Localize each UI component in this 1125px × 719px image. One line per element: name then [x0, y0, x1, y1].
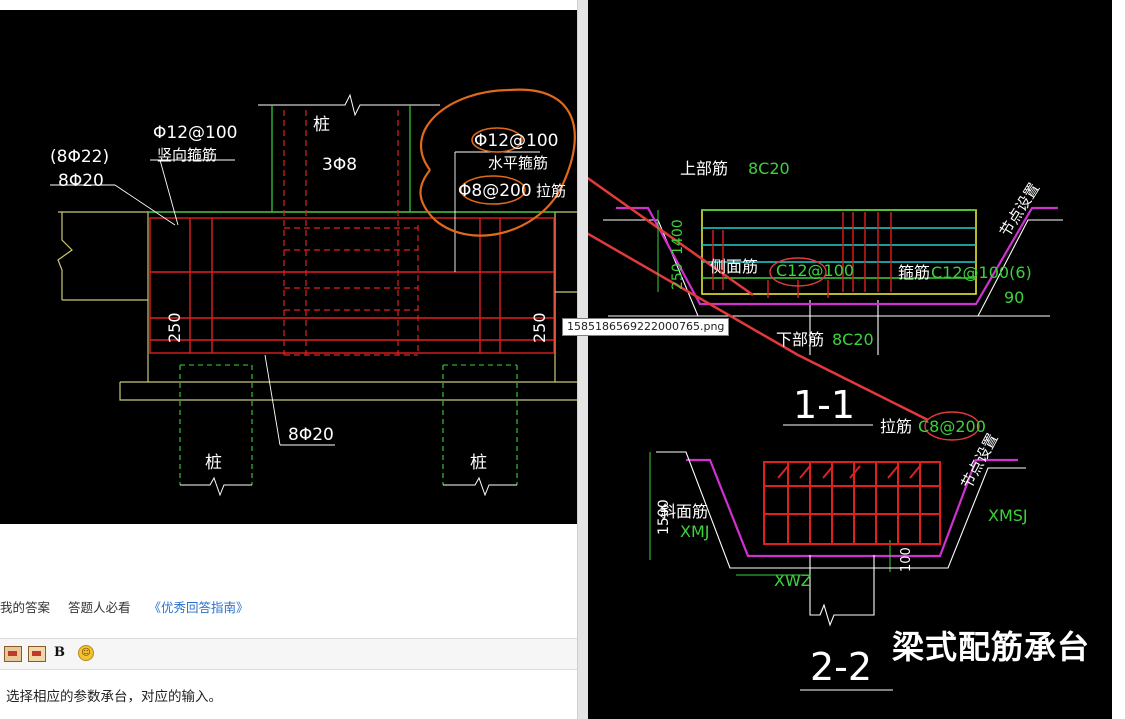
label-vert-stirrup: 竖向箍筋 [157, 146, 217, 164]
label-pile-left: 桩 [205, 453, 222, 473]
bold-button[interactable]: B [54, 645, 66, 660]
tie-label: 拉筋 [880, 417, 912, 436]
top-bar-label: 上部筋 [680, 159, 728, 178]
label-3phi8: 3Φ8 [322, 155, 357, 175]
right-cad-drawing: 上部筋 侧面筋 箍筋 下部筋 拉筋 斜面筋 8C20 C12@100 C12@1… [588, 0, 1112, 719]
label-pile-top: 桩 [313, 115, 330, 135]
xwz-label: XWZ [774, 571, 812, 590]
dim-1400: 1400 [670, 219, 686, 255]
label-250-right: 250 [530, 312, 549, 343]
top-bar-value: 8C20 [748, 159, 790, 178]
insert-image-icon[interactable] [4, 646, 22, 662]
angle-90: 90 [1004, 288, 1024, 307]
stirrup-label: 箍筋 [898, 263, 930, 282]
guide-link[interactable]: 《优秀回答指南》 [149, 597, 249, 616]
bottom-bar-value: 8C20 [832, 330, 874, 349]
section-2-2: 2-2 [810, 645, 872, 689]
stirrup-value: C12@100(6) [931, 263, 1032, 282]
tab-must-read[interactable]: 答题人必看 [68, 597, 131, 616]
insert-picture-icon[interactable] [28, 646, 46, 662]
emoji-icon[interactable]: ☺ [78, 645, 94, 661]
right-cad-svg: 上部筋 侧面筋 箍筋 下部筋 拉筋 斜面筋 8C20 C12@100 C12@1… [588, 159, 1063, 691]
tie-value: C8@200 [918, 417, 986, 436]
dim-1500: 1500 [656, 499, 672, 535]
side-bar-label: 侧面筋 [710, 257, 758, 276]
label-250-left: 250 [165, 312, 184, 343]
label-horiz-spacing: Φ12@100 [474, 131, 558, 151]
editor-content[interactable]: 选择相应的参数承台，对应的输入。 [6, 685, 222, 705]
dim-100: 100 [899, 547, 914, 572]
label-8phi22: (8Φ22) [50, 147, 109, 167]
label-8phi20-top: 8Φ20 [58, 171, 104, 191]
bottom-bar-label: 下部筋 [776, 330, 824, 349]
left-cad-svg: 桩 3Φ8 Φ12@100 竖向箍筋 (8Φ22) 8Φ20 Φ12@100 水… [50, 88, 577, 497]
answer-tabs: 我的答案 答题人必看 《优秀回答指南》 [0, 597, 263, 617]
label-vert-spacing: Φ12@100 [153, 123, 237, 143]
label-tie: Φ8@200 [458, 181, 532, 201]
left-cad-drawing: 桩 3Φ8 Φ12@100 竖向箍筋 (8Φ22) 8Φ20 Φ12@100 水… [0, 10, 577, 524]
node-setting-2: 节点设置 [958, 430, 1002, 491]
drawing-title: 梁式配筋承台 [892, 628, 1091, 666]
editor-toolbar: B ☺ [0, 638, 577, 670]
label-tie-name: 拉筋 [536, 182, 566, 200]
right-edge [1112, 0, 1125, 719]
label-pile-right: 桩 [470, 453, 487, 473]
side-bar-value: C12@100 [776, 261, 854, 280]
label-8phi20-bottom: 8Φ20 [288, 425, 334, 445]
section-1-1: 1-1 [793, 383, 855, 427]
filename-tooltip: 1585186569222000765.png [562, 318, 730, 336]
xmj-label: XMJ [680, 522, 709, 541]
tab-my-answer[interactable]: 我的答案 [0, 597, 50, 616]
label-horiz-stirrup: 水平箍筋 [488, 154, 548, 172]
dim-250: 250 [670, 263, 686, 290]
xmsj-label: XMSJ [988, 506, 1028, 525]
